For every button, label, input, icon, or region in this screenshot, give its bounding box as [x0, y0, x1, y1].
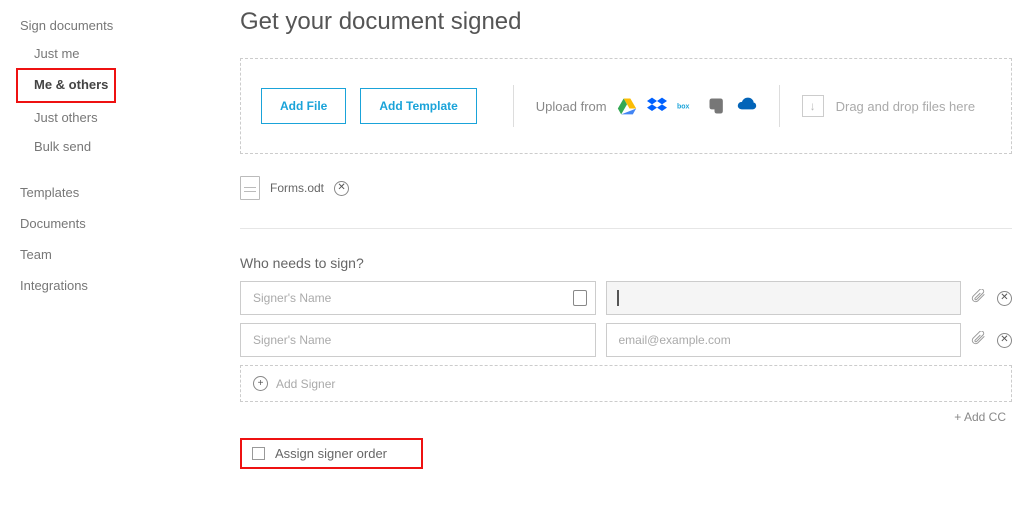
sidebar-item-just-others[interactable]: Just others	[20, 103, 210, 132]
assign-order-label: Assign signer order	[275, 446, 387, 461]
sidebar-item-integrations[interactable]: Integrations	[20, 272, 210, 299]
remove-signer-2-button[interactable]: ✕	[997, 333, 1012, 348]
onedrive-icon[interactable]	[737, 96, 757, 116]
signer-2-name-field[interactable]	[240, 323, 596, 357]
add-file-button[interactable]: Add File	[261, 88, 346, 124]
signer-1-name-input[interactable]	[251, 290, 585, 306]
box-icon[interactable]: box	[677, 96, 697, 116]
signer-1-name-field[interactable]	[240, 281, 596, 315]
drag-drop-label: Drag and drop files here	[836, 99, 975, 114]
sidebar-item-documents[interactable]: Documents	[20, 210, 210, 237]
add-cc-button[interactable]: + Add CC	[240, 410, 1006, 424]
download-icon: ↓	[802, 95, 824, 117]
separator-2	[779, 85, 780, 127]
uploaded-file-chip: Forms.odt ✕	[240, 176, 1012, 200]
signer-2-email-field[interactable]	[606, 323, 962, 357]
evernote-icon[interactable]	[707, 96, 727, 116]
attachment-icon[interactable]	[971, 289, 987, 308]
signer-2-email-input[interactable]	[617, 332, 951, 348]
upload-from-group: Upload from box	[536, 96, 757, 116]
signer-2-name-input[interactable]	[251, 332, 585, 348]
page-title: Get your document signed	[240, 8, 1012, 36]
main: Get your document signed Add File Add Te…	[210, 0, 1024, 512]
svg-text:box: box	[677, 104, 690, 111]
sidebar-item-me-and-others[interactable]: Me & others	[24, 70, 108, 99]
assign-signer-order-row[interactable]: Assign signer order	[240, 438, 423, 469]
google-drive-icon[interactable]	[617, 96, 637, 116]
divider	[240, 228, 1012, 229]
add-signer-label: Add Signer	[276, 377, 335, 391]
dropbox-icon[interactable]	[647, 96, 667, 116]
remove-file-button[interactable]: ✕	[334, 181, 349, 196]
remove-signer-1-button[interactable]: ✕	[997, 291, 1012, 306]
signer-1-email-field[interactable]	[606, 281, 962, 315]
upload-zone[interactable]: Add File Add Template Upload from box ↓ …	[240, 58, 1012, 154]
add-signer-button[interactable]: + Add Signer	[240, 365, 1012, 402]
attachment-icon-2[interactable]	[971, 331, 987, 350]
assign-order-checkbox[interactable]	[252, 447, 265, 460]
sidebar: Sign documents Just me Me & others Just …	[0, 0, 210, 512]
plus-icon: +	[253, 376, 268, 391]
uploaded-file-name: Forms.odt	[270, 181, 324, 195]
upload-from-label: Upload from	[536, 99, 607, 114]
who-signs-label: Who needs to sign?	[240, 255, 1012, 271]
signer-row-1: ✕	[240, 281, 1012, 315]
sidebar-section-sign: Sign documents	[20, 12, 210, 39]
file-icon	[240, 176, 260, 200]
sidebar-item-team[interactable]: Team	[20, 241, 210, 268]
contacts-icon[interactable]	[573, 290, 587, 306]
separator	[513, 85, 514, 127]
drag-drop-area[interactable]: ↓ Drag and drop files here	[802, 95, 975, 117]
sidebar-item-bulk-send[interactable]: Bulk send	[20, 132, 210, 161]
sidebar-item-just-me[interactable]: Just me	[20, 39, 210, 68]
signer-row-2: ✕	[240, 323, 1012, 357]
highlight-me-and-others: Me & others	[16, 68, 116, 103]
sidebar-item-templates[interactable]: Templates	[20, 179, 210, 206]
text-caret	[617, 290, 619, 306]
add-template-button[interactable]: Add Template	[360, 88, 476, 124]
